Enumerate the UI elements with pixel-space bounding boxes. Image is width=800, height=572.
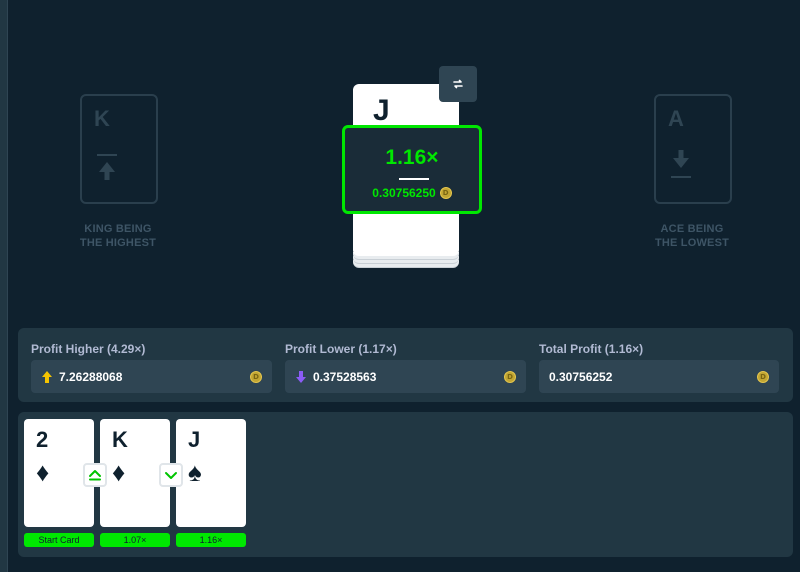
coin-icon: D [439, 187, 452, 199]
hint-label-line: ACE BEING [660, 223, 724, 235]
profit-higher-value: 7.26288068 [59, 370, 123, 384]
payout-divider [399, 178, 429, 180]
arrow-up-icon [99, 162, 115, 180]
profit-lower-field: 0.37528563 D [285, 360, 526, 393]
king-hint-card: K [80, 94, 158, 204]
left-rail [0, 0, 8, 572]
hint-rank: A [668, 106, 684, 131]
coin-icon: D [757, 371, 769, 383]
history-card-tag: Start Card [24, 533, 94, 547]
hint-bar [671, 176, 691, 178]
card-history: 2 ♦ Start Card K ♦ 1.07× J ♠ 1.16× [18, 412, 793, 557]
hint-bar [97, 154, 117, 156]
total-profit-field: 0.30756252 D [539, 360, 779, 393]
hint-rank: K [94, 106, 110, 131]
profit-lower-label: Profit Lower (1.17×) [285, 342, 397, 356]
history-card: J ♠ [176, 419, 246, 527]
arrow-down-icon [296, 371, 306, 383]
history-card-suit: ♦ [36, 457, 50, 487]
coin-icon: D [250, 371, 262, 383]
king-hint-label: KING BEING THE HIGHEST [58, 222, 178, 250]
arrow-up-icon [42, 371, 52, 383]
history-card-suit: ♦ [112, 457, 126, 487]
chevron-up-icon [89, 470, 101, 481]
payout-box: 1.16× 0.30756250 D [342, 125, 482, 214]
profit-higher-label: Profit Higher (4.29×) [31, 342, 146, 356]
current-card-rank: J [373, 94, 390, 127]
payout-multiplier: 1.16× [385, 146, 439, 169]
history-card-tag: 1.07× [100, 533, 170, 547]
hint-label-line: THE LOWEST [654, 237, 730, 249]
swap-icon [453, 79, 463, 89]
skip-card-button[interactable] [439, 66, 477, 102]
lower-guess-marker [159, 463, 183, 487]
history-card-rank: J [188, 427, 201, 452]
total-profit-value: 0.30756252 [549, 370, 613, 384]
coin-icon: D [504, 371, 516, 383]
hint-label-line: THE HIGHEST [79, 237, 157, 249]
profit-panel: Profit Higher (4.29×) 7.26288068 D Profi… [18, 328, 793, 402]
history-card-rank: 2 [36, 427, 49, 452]
arrow-down-icon [673, 150, 689, 168]
payout-amount-row: 0.30756250 D [345, 186, 479, 200]
total-profit-label: Total Profit (1.16×) [539, 342, 644, 356]
payout-amount: 0.30756250 [372, 186, 436, 200]
history-card-suit: ♠ [188, 457, 202, 487]
hint-label-line: KING BEING [84, 223, 152, 235]
ace-hint-label: ACE BEING THE LOWEST [632, 222, 752, 250]
profit-higher-field: 7.26288068 D [31, 360, 272, 393]
higher-guess-marker [83, 463, 107, 487]
ace-hint-card: A [654, 94, 732, 204]
profit-lower-value: 0.37528563 [313, 370, 377, 384]
history-card-tag: 1.16× [176, 533, 246, 547]
chevron-down-icon [165, 472, 177, 479]
history-card-rank: K [112, 427, 128, 452]
